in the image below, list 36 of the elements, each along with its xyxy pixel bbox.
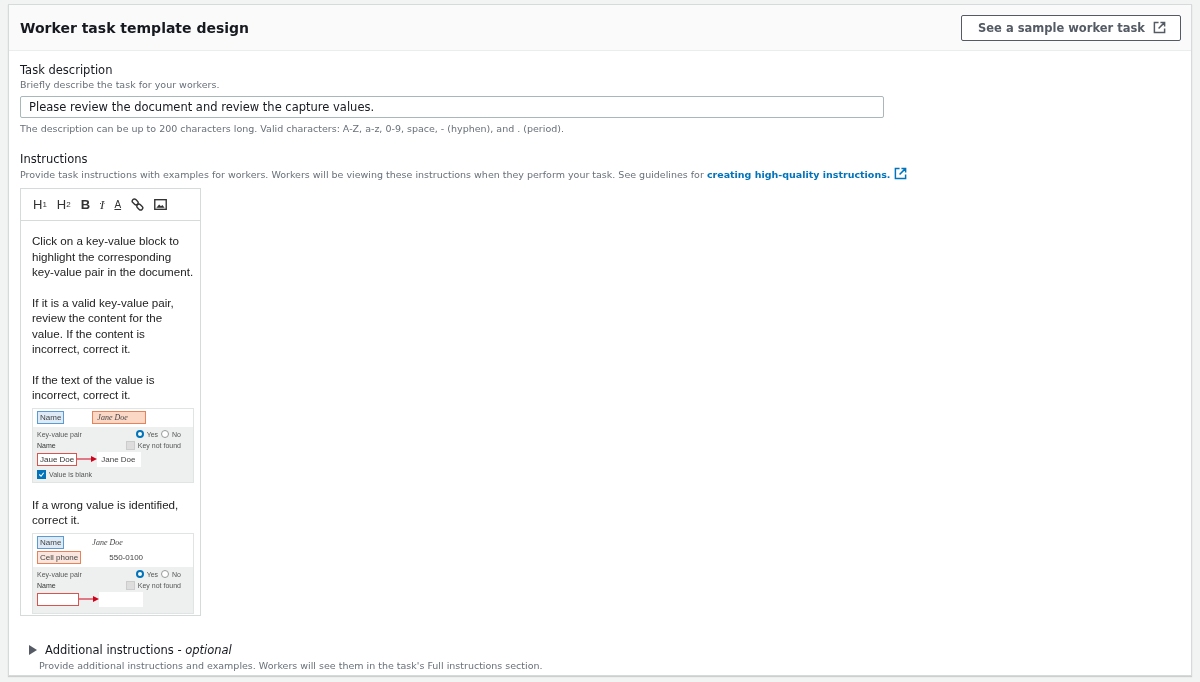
page-title: Worker task template design: [20, 19, 250, 36]
field-label: Task description: [20, 63, 114, 78]
arrow: [77, 455, 98, 463]
corrected-value: Jane Doe: [97, 451, 142, 467]
instruction-text: If the text of the value is incorrect, correct it.: [32, 371, 156, 403]
field-label: Instructions: [20, 152, 89, 167]
italic-button[interactable]: I: [95, 196, 110, 213]
radio-button[interactable]: [161, 570, 170, 578]
instruction-text: If it is a valid key-value pair, review the content for the value. If the content is incorrect, correct it.: [32, 294, 175, 357]
radio-button[interactable]: [135, 570, 144, 578]
radio-button[interactable]: [135, 430, 144, 438]
handwritten-value: Jane Doe: [92, 410, 147, 424]
wrong-value: Jaue Doe: [37, 452, 78, 466]
key-highlight: Name: [37, 535, 65, 549]
instruction-text: Click on a key-value block to highlight the corresponding key-value pair in the document.: [32, 233, 194, 280]
key-highlight: Cell phone: [37, 550, 82, 564]
radio-button[interactable]: [161, 430, 170, 438]
document-value: 550-0100: [109, 552, 144, 562]
constraint-text: The description can be up to 200 characters long. Valid characters: A-Z, a-z, 0-9, space, - (hyphen), and . (period).: [20, 123, 565, 134]
arrow: [79, 595, 99, 603]
external-link-icon: [1153, 21, 1166, 34]
section-hint: Provide additional instructions and examples. Workers will see them in the task's Full instructions section.: [38, 659, 544, 673]
checkbox[interactable]: [37, 469, 46, 479]
bold-button[interactable]: B: [75, 197, 96, 212]
field-hint: Briefly describe the task for your workers.: [20, 78, 221, 92]
guidelines-link[interactable]: creating high-quality instructions.: [706, 169, 891, 180]
external-link-icon[interactable]: [894, 167, 908, 180]
description-field[interactable]: Please review the document and review the capture values.: [20, 96, 884, 118]
text-color-button[interactable]: A: [109, 199, 127, 210]
field-hint: Provide task instructions with examples for workers. Workers will be viewing these instructions when they perform your task. See guidelines for creating high-quality instructions.: [20, 167, 1180, 182]
handwritten-value: Jane Doe: [92, 537, 123, 547]
corrected-value: [99, 591, 143, 607]
instruction-text: If a wrong value is identified, correct it.: [32, 496, 180, 528]
section-label[interactable]: Additional instructions - optional: [45, 642, 232, 657]
sample-task-button[interactable]: See a sample worker task: [961, 14, 1181, 41]
key-highlight: Name: [37, 410, 65, 424]
